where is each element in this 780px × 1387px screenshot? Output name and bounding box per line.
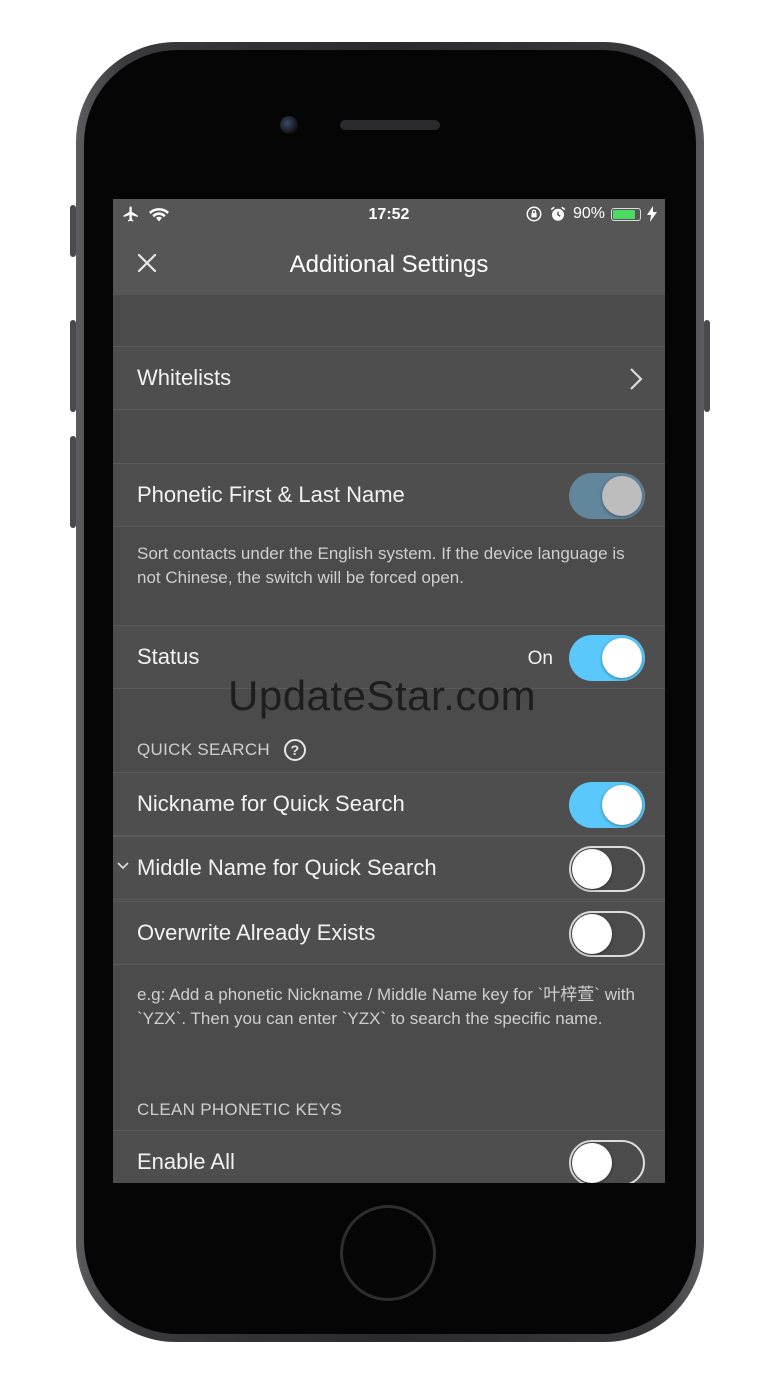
whitelists-row[interactable]: Whitelists	[113, 346, 665, 410]
watermark-text: UpdateStar.com	[228, 672, 537, 719]
toggle-knob	[602, 638, 642, 678]
clean-phonetic-title: CLEAN PHONETIC KEYS	[137, 1100, 343, 1119]
earpiece-speaker	[340, 120, 440, 130]
nickname-quick-search-row: Nickname for Quick Search	[113, 772, 665, 836]
toggle-knob	[572, 914, 612, 954]
nickname-quick-search-toggle[interactable]	[569, 782, 645, 828]
status-toggle[interactable]	[569, 635, 645, 681]
enable-all-row: Enable All	[113, 1130, 665, 1183]
chevron-right-icon	[630, 368, 643, 390]
phonetic-name-row: Phonetic First & Last Name	[113, 463, 665, 527]
status-bar: 17:52 90%	[113, 199, 665, 231]
battery-percent: 90%	[572, 205, 605, 222]
nickname-quick-search-label: Nickname for Quick Search	[137, 791, 405, 816]
middle-name-quick-search-row: Middle Name for Quick Search	[113, 836, 665, 900]
phonetic-name-toggle[interactable]	[569, 473, 645, 519]
mute-switch	[70, 205, 76, 257]
rotation-lock-icon	[526, 206, 542, 222]
help-icon[interactable]: ?	[284, 739, 307, 761]
volume-down-button	[70, 436, 76, 528]
toggle-knob	[572, 849, 612, 889]
enable-all-toggle[interactable]	[569, 1140, 645, 1183]
quick-search-header: QUICK SEARCH ?	[137, 739, 307, 761]
home-button[interactable]	[340, 1205, 436, 1301]
middle-name-quick-search-label: Middle Name for Quick Search	[137, 855, 437, 880]
charging-icon	[647, 206, 657, 222]
volume-up-button	[70, 320, 76, 412]
whitelists-label: Whitelists	[137, 365, 232, 390]
toggle-knob	[572, 1143, 612, 1183]
overwrite-exists-label: Overwrite Already Exists	[137, 920, 376, 945]
battery-icon	[611, 207, 641, 221]
phonetic-name-label: Phonetic First & Last Name	[137, 482, 405, 507]
power-button	[704, 320, 710, 412]
page-title: Additional Settings	[289, 251, 489, 278]
status-right: 90%	[525, 205, 657, 223]
navigation-bar: Additional Settings	[113, 231, 665, 295]
overwrite-exists-row: Overwrite Already Exists	[113, 901, 665, 965]
front-camera	[280, 116, 298, 134]
phonetic-note: Sort contacts under the English system. …	[137, 544, 625, 587]
enable-all-label: Enable All	[137, 1149, 235, 1174]
toggle-knob	[602, 476, 642, 516]
overwrite-exists-toggle[interactable]	[569, 911, 645, 957]
status-value: On	[527, 648, 553, 669]
status-label: Status	[137, 644, 200, 669]
clean-phonetic-header: CLEAN PHONETIC KEYS	[137, 1100, 342, 1120]
quick-search-title: QUICK SEARCH	[137, 740, 271, 759]
quick-search-note: e.g: Add a phonetic Nickname / Middle Na…	[137, 985, 635, 1028]
battery-level	[613, 209, 635, 219]
toggle-knob	[602, 785, 642, 825]
middle-name-quick-search-toggle[interactable]	[569, 846, 645, 892]
alarm-icon	[550, 206, 566, 221]
chevron-down-icon[interactable]	[117, 861, 129, 871]
